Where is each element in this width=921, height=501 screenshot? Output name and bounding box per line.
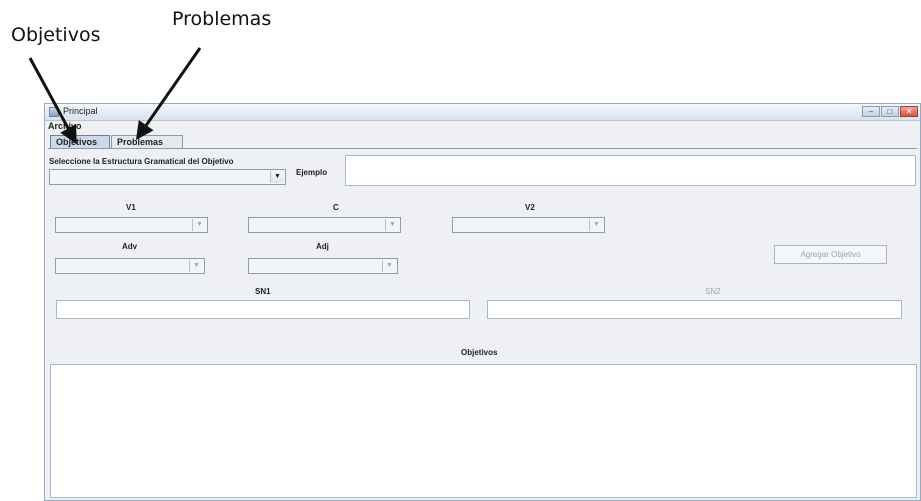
c-label: C — [333, 203, 339, 212]
app-icon — [49, 107, 59, 117]
tab-problemas[interactable]: Problemas — [111, 135, 183, 148]
close-icon[interactable]: ✕ — [900, 106, 918, 117]
agregar-objetivo-button[interactable]: Agregar Objetivo — [774, 245, 887, 264]
menu-bar: Archivo — [45, 120, 920, 132]
maximize-icon[interactable]: □ — [881, 106, 899, 117]
adv-label: Adv — [122, 242, 138, 251]
estructura-select[interactable]: ▼ — [49, 169, 286, 185]
minimize-icon[interactable]: – — [862, 106, 880, 117]
annotation-problemas: Problemas — [172, 8, 272, 30]
chevron-down-icon: ▼ — [189, 260, 203, 272]
v1-label: V1 — [126, 203, 136, 212]
objetivos-label: Objetivos — [461, 348, 498, 357]
ejemplo-field[interactable] — [345, 155, 916, 186]
ejemplo-label: Ejemplo — [296, 168, 328, 177]
chevron-down-icon: ▼ — [382, 260, 396, 272]
chevron-down-icon: ▼ — [270, 171, 284, 183]
window-title: Principal — [63, 106, 98, 116]
menu-archivo[interactable]: Archivo — [48, 121, 82, 131]
chevron-down-icon: ▼ — [385, 219, 399, 231]
tab-divider — [48, 148, 917, 149]
sn2-label: SN2 — [705, 287, 721, 296]
chevron-down-icon: ▼ — [589, 219, 603, 231]
app-window: Principal – □ ✕ Archivo Objetivos Proble… — [44, 103, 921, 501]
v1-select[interactable]: ▼ — [55, 217, 208, 233]
adj-select[interactable]: ▼ — [248, 258, 398, 274]
adv-select[interactable]: ▼ — [55, 258, 205, 274]
title-bar[interactable]: Principal – □ ✕ — [45, 104, 920, 121]
v2-select[interactable]: ▼ — [452, 217, 605, 233]
sn1-label: SN1 — [255, 287, 271, 296]
annotation-objetivos: Objetivos — [11, 24, 101, 46]
estructura-label: Seleccione la Estructura Gramatical del … — [49, 157, 234, 166]
adj-label: Adj — [316, 242, 329, 251]
sn2-field[interactable] — [487, 300, 902, 319]
tab-objetivos[interactable]: Objetivos — [50, 135, 110, 148]
v2-label: V2 — [525, 203, 535, 212]
c-select[interactable]: ▼ — [248, 217, 401, 233]
chevron-down-icon: ▼ — [192, 219, 206, 231]
objetivos-area[interactable] — [50, 364, 917, 498]
sn1-field[interactable] — [56, 300, 470, 319]
